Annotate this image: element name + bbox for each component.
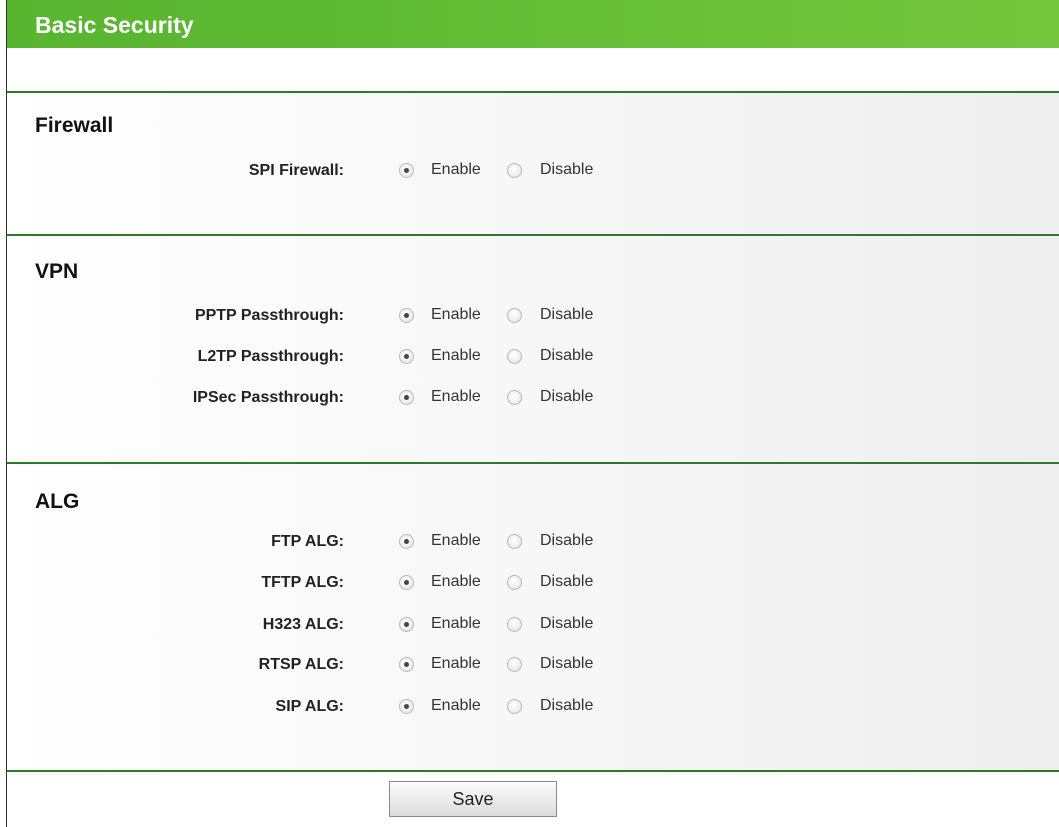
section-title-vpn: VPN xyxy=(35,260,79,283)
enable-option-label[interactable]: Enable xyxy=(431,388,481,406)
section-title-alg: ALG xyxy=(35,490,80,513)
setting-label: PPTP Passthrough: xyxy=(194,307,344,324)
enable-option-label[interactable]: Enable xyxy=(431,347,481,365)
setting-label: IPSec Passthrough: xyxy=(192,389,344,406)
row-ipsec-passthrough: IPSec Passthrough: Enable Disable xyxy=(7,386,1059,412)
save-button[interactable]: Save xyxy=(389,781,557,817)
tftp-alg-enable-radio[interactable] xyxy=(399,575,414,590)
disable-option-label[interactable]: Disable xyxy=(540,532,593,550)
sip-alg-enable-radio[interactable] xyxy=(399,699,414,714)
setting-label: RTSP ALG: xyxy=(258,656,344,673)
enable-option-label[interactable]: Enable xyxy=(431,697,481,715)
ftp-alg-disable-radio[interactable] xyxy=(507,534,522,549)
row-tftp-alg: TFTP ALG: Enable Disable xyxy=(7,571,1059,597)
basic-security-panel: Basic Security Firewall SPI Firewall: En… xyxy=(6,0,1059,827)
enable-option-label[interactable]: Enable xyxy=(431,161,481,179)
ftp-alg-enable-radio[interactable] xyxy=(399,534,414,549)
sip-alg-disable-radio[interactable] xyxy=(507,699,522,714)
vpn-section: VPN PPTP Passthrough: Enable Disable L2T… xyxy=(7,236,1059,462)
row-pptp-passthrough: PPTP Passthrough: Enable Disable xyxy=(7,304,1059,330)
page-title: Basic Security xyxy=(35,12,194,38)
enable-option-label[interactable]: Enable xyxy=(431,306,481,324)
title-bar: Basic Security xyxy=(7,0,1059,48)
h323-alg-disable-radio[interactable] xyxy=(507,617,522,632)
pptp-enable-radio[interactable] xyxy=(399,308,414,323)
enable-option-label[interactable]: Enable xyxy=(431,532,481,550)
l2tp-enable-radio[interactable] xyxy=(399,349,414,364)
ipsec-disable-radio[interactable] xyxy=(507,390,522,405)
setting-label: H323 ALG: xyxy=(262,616,344,633)
setting-label: SIP ALG: xyxy=(275,698,344,715)
disable-option-label[interactable]: Disable xyxy=(540,697,593,715)
disable-option-label[interactable]: Disable xyxy=(540,161,593,179)
disable-option-label[interactable]: Disable xyxy=(540,306,593,324)
setting-label: TFTP ALG: xyxy=(261,574,344,591)
firewall-section: Firewall SPI Firewall: Enable Disable xyxy=(7,93,1059,234)
disable-option-label[interactable]: Disable xyxy=(540,347,593,365)
enable-option-label[interactable]: Enable xyxy=(431,573,481,591)
disable-option-label[interactable]: Disable xyxy=(540,615,593,633)
enable-option-label[interactable]: Enable xyxy=(431,655,481,673)
disable-option-label[interactable]: Disable xyxy=(540,655,593,673)
row-spi-firewall: SPI Firewall: Enable Disable xyxy=(7,159,1059,185)
row-sip-alg: SIP ALG: Enable Disable xyxy=(7,695,1059,721)
section-title-firewall: Firewall xyxy=(35,114,114,137)
enable-option-label[interactable]: Enable xyxy=(431,615,481,633)
disable-option-label[interactable]: Disable xyxy=(540,388,593,406)
row-l2tp-passthrough: L2TP Passthrough: Enable Disable xyxy=(7,345,1059,371)
rtsp-alg-enable-radio[interactable] xyxy=(399,657,414,672)
rtsp-alg-disable-radio[interactable] xyxy=(507,657,522,672)
h323-alg-enable-radio[interactable] xyxy=(399,617,414,632)
setting-label: FTP ALG: xyxy=(271,533,344,550)
row-ftp-alg: FTP ALG: Enable Disable xyxy=(7,530,1059,556)
l2tp-disable-radio[interactable] xyxy=(507,349,522,364)
setting-label: L2TP Passthrough: xyxy=(197,348,344,365)
tftp-alg-disable-radio[interactable] xyxy=(507,575,522,590)
row-h323-alg: H323 ALG: Enable Disable xyxy=(7,613,1059,639)
section-divider xyxy=(7,770,1059,772)
ipsec-enable-radio[interactable] xyxy=(399,390,414,405)
disable-option-label[interactable]: Disable xyxy=(540,573,593,591)
setting-label: SPI Firewall: xyxy=(248,162,344,179)
spi-firewall-disable-radio[interactable] xyxy=(507,163,522,178)
row-rtsp-alg: RTSP ALG: Enable Disable xyxy=(7,653,1059,679)
spi-firewall-enable-radio[interactable] xyxy=(399,163,414,178)
alg-section: ALG FTP ALG: Enable Disable TFTP ALG: En… xyxy=(7,464,1059,770)
pptp-disable-radio[interactable] xyxy=(507,308,522,323)
